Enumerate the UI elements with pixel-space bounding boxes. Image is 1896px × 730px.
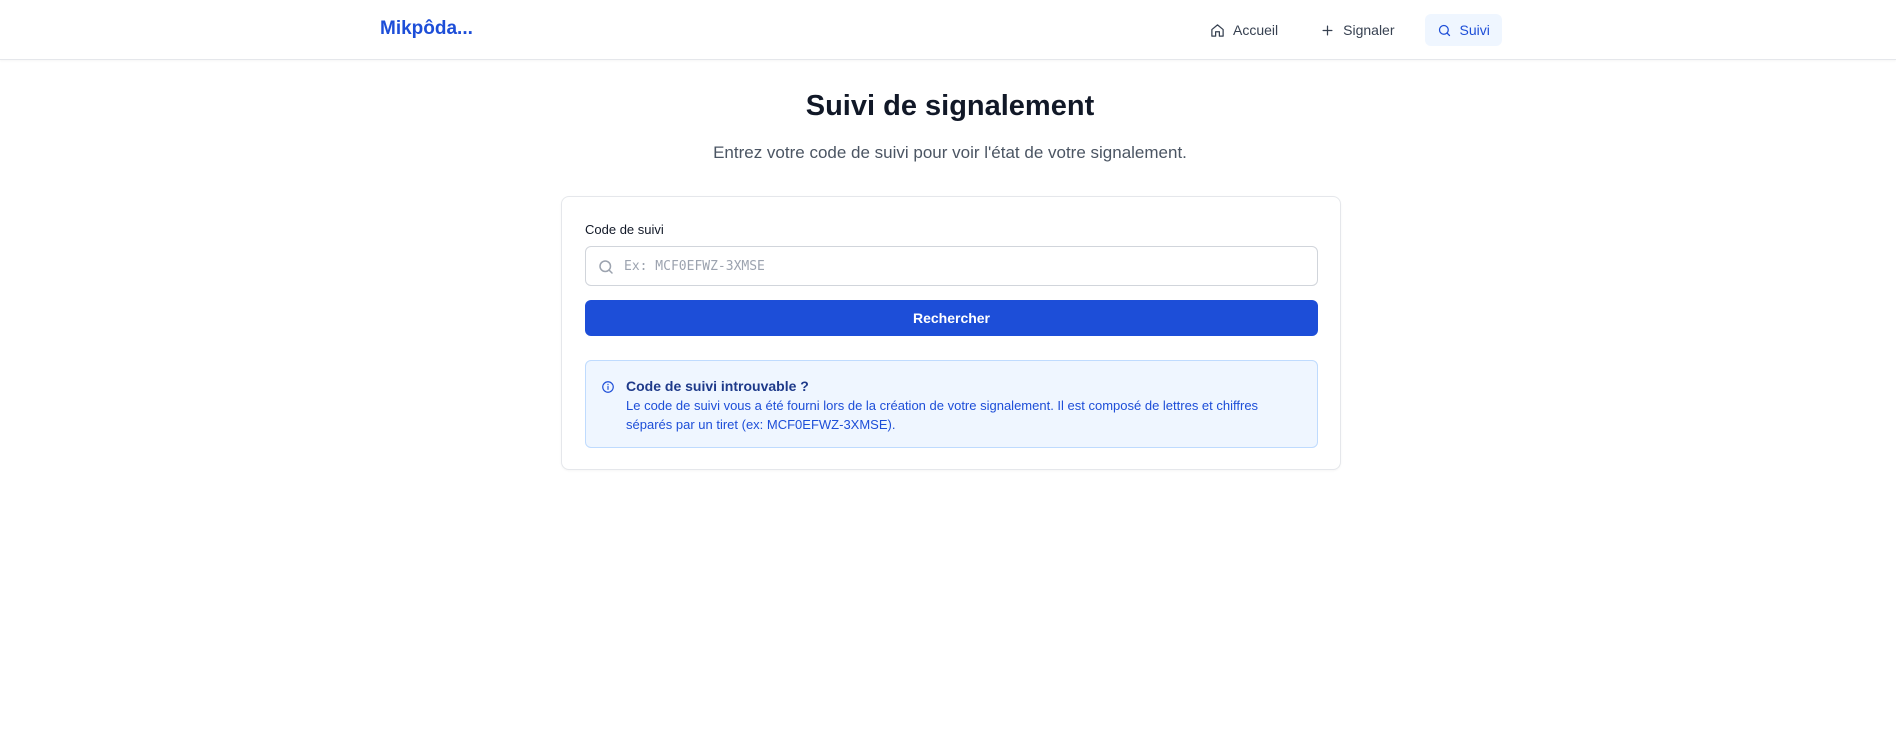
home-icon	[1211, 23, 1224, 37]
nav-item-label: Suivi	[1459, 22, 1490, 38]
search-button[interactable]: Rechercher	[585, 300, 1318, 336]
tracking-code-input[interactable]	[624, 247, 1314, 285]
search-icon	[599, 260, 613, 274]
nav-item-label: Accueil	[1233, 22, 1279, 38]
plus-icon	[1322, 25, 1333, 35]
info-text: Le code de suivi vous a été fourni lors …	[626, 398, 1259, 432]
search-icon	[1438, 24, 1450, 36]
page-subtitle: Entrez votre code de suivi pour voir l'é…	[713, 143, 1187, 162]
page-title: Suivi de signalement	[805, 90, 1095, 122]
nav-item-suivi[interactable]: Suivi	[1424, 14, 1502, 46]
top-navigation-bar: Mikpôda... Accueil Signaler Suivi	[0, 0, 1896, 60]
brand-logo[interactable]: Mikpôda...	[380, 18, 473, 40]
tracking-code-field[interactable]	[585, 246, 1318, 286]
main-navigation: Accueil Signaler Suivi	[1198, 14, 1502, 46]
tracking-code-label: Code de suivi	[585, 222, 664, 237]
nav-item-signaler[interactable]: Signaler	[1308, 14, 1406, 46]
info-icon	[602, 381, 614, 393]
nav-item-accueil[interactable]: Accueil	[1198, 14, 1290, 46]
info-title: Code de suivi introuvable ?	[626, 378, 809, 394]
nav-item-label: Signaler	[1343, 22, 1395, 38]
tracking-form-card: Code de suivi Rechercher Code de suivi i…	[561, 196, 1341, 470]
info-alert: Code de suivi introuvable ? Le code de s…	[585, 360, 1318, 448]
